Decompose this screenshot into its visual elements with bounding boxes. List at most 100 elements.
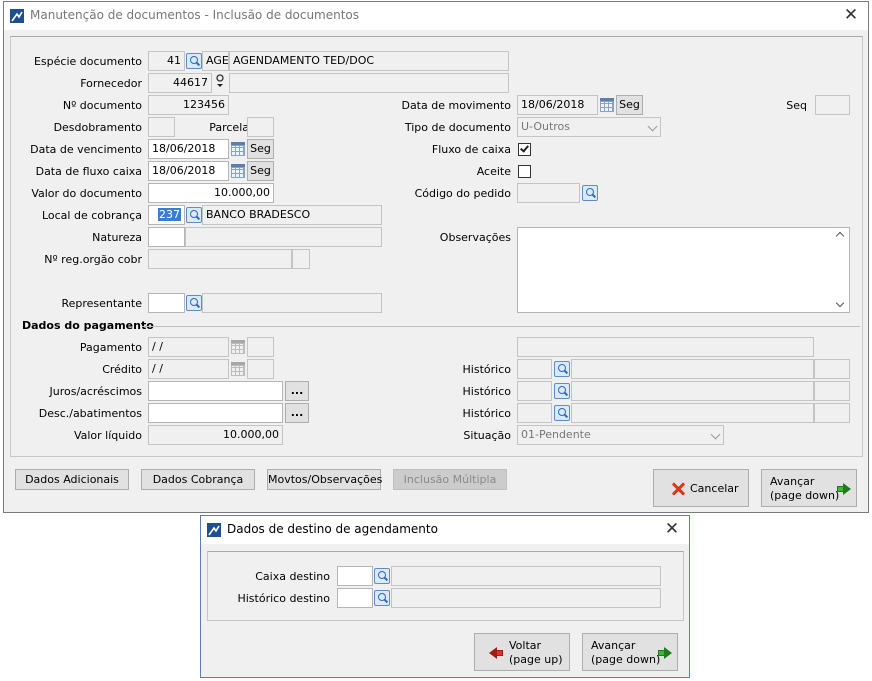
especie-abbr-field: AGE (202, 51, 229, 71)
observacoes-textarea[interactable] (517, 227, 850, 313)
reg-orgao-field[interactable] (148, 249, 292, 269)
desdobramento-label: Desdobramento (53, 121, 142, 134)
historico-code-field-1[interactable] (517, 359, 552, 379)
dialog-avancar-button[interactable]: Avançar (page down) (582, 633, 678, 671)
observacoes-scrollbar[interactable] (833, 228, 849, 312)
representante-label: Representante (61, 297, 142, 310)
desc-ellipsis-button[interactable]: ... (285, 403, 309, 423)
data-vencimento-calendar-icon[interactable] (230, 141, 246, 157)
fluxo-caixa-checkbox[interactable] (518, 143, 531, 156)
juros-field[interactable] (148, 381, 283, 401)
voltar-label-line2: (page up) (509, 653, 563, 666)
data-movimento-calendar-icon[interactable] (599, 97, 615, 113)
voltar-button[interactable]: Voltar (page up) (474, 633, 570, 671)
representante-field[interactable] (148, 293, 185, 313)
situacao-label: Situação (463, 429, 511, 442)
credito-date-field[interactable]: / / (148, 359, 229, 379)
natureza-label: Natureza (92, 231, 142, 244)
historico-extra-field-3 (814, 403, 850, 423)
data-fluxo-calendar-icon[interactable] (230, 163, 246, 179)
local-cobranca-lookup-icon[interactable] (186, 207, 202, 223)
historico-label-2: Histórico (462, 385, 511, 398)
historico-lookup-icon-2[interactable] (554, 383, 570, 399)
data-movimento-day: Seg (616, 95, 643, 115)
window-title: Manutenção de documentos - Inclusão de d… (30, 8, 360, 22)
scroll-up-icon[interactable] (835, 231, 845, 241)
situacao-value: 01-Pendente (521, 428, 591, 441)
cancel-x-icon (670, 481, 686, 497)
pagamento-date-field[interactable]: / / (148, 337, 229, 357)
historico-label-3: Histórico (462, 407, 511, 420)
desc-abatimentos-field[interactable] (148, 403, 283, 423)
aceite-checkbox[interactable] (518, 165, 531, 178)
arrow-right-icon (837, 483, 851, 495)
historico-code-field-2[interactable] (517, 381, 552, 401)
dialog-avancar-label-line2: (page down) (591, 653, 661, 666)
caixa-destino-lookup-icon[interactable] (374, 568, 390, 584)
desdobramento-field[interactable] (148, 117, 175, 137)
situacao-select[interactable]: 01-Pendente (517, 425, 724, 445)
local-cobranca-code: 237 (158, 208, 181, 221)
historico-extra-field-2 (814, 381, 850, 401)
local-cobranca-code-field[interactable]: 237 (148, 205, 185, 225)
parcela-label: Parcela (209, 121, 249, 134)
pagamento-label: Pagamento (79, 341, 142, 354)
arrow-left-icon (489, 647, 503, 659)
pagamento-top-right-field (517, 337, 814, 357)
historico-destino-field[interactable] (337, 588, 373, 608)
cancelar-button[interactable]: Cancelar (653, 469, 749, 507)
historico-lookup-icon-3[interactable] (554, 405, 570, 421)
tipo-documento-label: Tipo de documento (404, 121, 511, 134)
dialog-groupbox (207, 551, 684, 621)
historico-lookup-icon-1[interactable] (554, 361, 570, 377)
data-vencimento-field[interactable]: 18/06/2018 (148, 139, 229, 159)
avancar-button[interactable]: Avançar (page down) (761, 469, 857, 507)
main-titlebar: Manutenção de documentos - Inclusão de d… (4, 2, 868, 30)
movtos-observacoes-button[interactable]: Movtos/Observações (267, 469, 382, 490)
reg-orgao-label: Nº reg.orgão cobr (44, 253, 142, 266)
seq-field[interactable] (815, 95, 850, 115)
dados-pagamento-title: Dados do pagamento (22, 319, 154, 332)
caixa-destino-field[interactable] (337, 566, 373, 586)
dados-adicionais-button[interactable]: Dados Adicionais (15, 469, 129, 490)
historico-desc-field-1 (571, 359, 814, 379)
credito-day-field (247, 359, 274, 379)
numero-field[interactable]: 123456 (148, 95, 229, 115)
tipo-documento-select[interactable]: U-Outros (517, 117, 661, 137)
representante-desc-field (202, 293, 382, 313)
chevron-down-icon (647, 121, 658, 132)
fornecedor-label: Fornecedor (80, 77, 142, 90)
dados-cobranca-button[interactable]: Dados Cobrança (141, 469, 255, 490)
pagamento-calendar-icon[interactable] (230, 339, 246, 355)
seq-label: Seq (786, 99, 807, 112)
tipo-documento-value: U-Outros (521, 120, 571, 133)
data-fluxo-field[interactable]: 18/06/2018 (148, 161, 229, 181)
close-icon[interactable]: ✕ (661, 518, 683, 540)
representante-lookup-icon[interactable] (186, 295, 202, 311)
valor-liquido-field: 10.000,00 (148, 425, 283, 445)
parcela-field[interactable] (247, 117, 274, 137)
historico-desc-field-3 (571, 403, 814, 423)
reg-orgao-extra-field (292, 249, 310, 269)
especie-lookup-icon[interactable] (186, 53, 202, 69)
inclusao-multipla-button[interactable]: Inclusão Múltipla (393, 469, 507, 490)
data-vencimento-label: Data de vencimento (30, 143, 142, 156)
fornecedor-search-icon[interactable] (215, 74, 225, 88)
section-divider (142, 326, 860, 327)
main-window: Manutenção de documentos - Inclusão de d… (3, 1, 869, 513)
credito-calendar-icon[interactable] (230, 361, 246, 377)
scroll-down-icon[interactable] (835, 298, 845, 308)
codigo-pedido-lookup-icon[interactable] (582, 185, 598, 201)
juros-ellipsis-button[interactable]: ... (285, 381, 309, 401)
natureza-field[interactable] (148, 227, 185, 247)
fornecedor-code-field[interactable]: 44617 (148, 73, 212, 93)
historico-code-field-3[interactable] (517, 403, 552, 423)
valor-documento-field[interactable]: 10.000,00 (148, 183, 274, 203)
desc-abatimentos-label: Desc./abatimentos (38, 407, 142, 420)
close-icon[interactable]: ✕ (840, 4, 862, 26)
historico-destino-lookup-icon[interactable] (374, 590, 390, 606)
especie-code-field[interactable]: 41 (148, 51, 185, 71)
data-movimento-field[interactable]: 18/06/2018 (517, 95, 598, 115)
numero-label: Nº documento (62, 99, 142, 112)
codigo-pedido-field[interactable] (517, 183, 580, 203)
